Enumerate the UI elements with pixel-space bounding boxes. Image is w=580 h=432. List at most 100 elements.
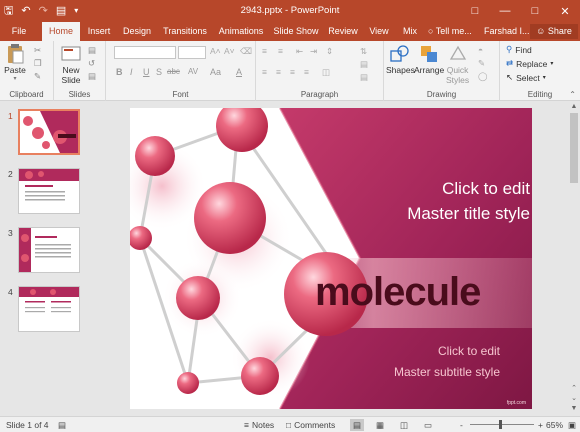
find-button[interactable]: ⚲ Find <box>506 44 532 55</box>
thumbnail-slide-3[interactable] <box>18 227 80 273</box>
shape-effects-icon[interactable]: ◯ <box>478 71 488 82</box>
window-controls: □ — □ ✕ <box>460 0 580 22</box>
align-right-icon[interactable]: ≡ <box>290 67 295 77</box>
zoom-in-button[interactable]: + <box>538 419 543 431</box>
title-placeholder[interactable]: Click to edit Master title style <box>330 176 530 226</box>
clear-format-icon[interactable]: ⌫ <box>240 46 252 57</box>
quick-styles-button[interactable]: Quick Styles <box>446 43 469 85</box>
shape-fill-icon[interactable]: ◓ <box>478 45 483 55</box>
zoom-slider-knob[interactable] <box>499 420 502 429</box>
tab-transitions[interactable]: Transitions <box>160 22 210 41</box>
vertical-scrollbar[interactable]: ▲ ⌃ ⌄ ▼ <box>568 101 580 416</box>
thumb-number: 3 <box>8 228 13 238</box>
scroll-up-icon[interactable]: ▲ <box>568 103 580 110</box>
copy-icon[interactable]: ❐ <box>34 58 42 69</box>
replace-button[interactable]: ⇄ Replace ▾ <box>506 58 553 69</box>
layout-icon[interactable]: ▤ <box>88 45 96 56</box>
format-painter-icon[interactable]: ✎ <box>34 71 41 82</box>
thumb-number: 1 <box>8 111 13 121</box>
maximize-icon[interactable]: □ <box>520 0 550 22</box>
scroll-down-icon[interactable]: ▼ <box>568 405 580 412</box>
shape-outline-icon[interactable]: ✎ <box>478 58 485 69</box>
shapes-button[interactable]: Shapes <box>386 43 415 75</box>
tab-animations[interactable]: Animations <box>216 22 266 41</box>
change-case-button[interactable]: Aa <box>210 67 221 77</box>
ribbon-tabs: File Home Insert Design Transitions Anim… <box>0 22 580 41</box>
select-button[interactable]: ↖ Select ▾ <box>506 72 546 83</box>
bold-button[interactable]: B <box>116 67 123 77</box>
chevron-down-icon: ▾ <box>542 75 546 81</box>
ribbon-display-icon[interactable]: □ <box>460 0 490 22</box>
underline-button[interactable]: U <box>143 67 150 77</box>
tab-view[interactable]: View <box>366 22 392 41</box>
minimize-icon[interactable]: — <box>490 0 520 22</box>
grow-font-icon[interactable]: A˄ <box>210 46 221 56</box>
numbering-icon[interactable]: ≡ <box>278 46 283 56</box>
tab-mix[interactable]: Mix <box>398 22 422 41</box>
person-icon: ☺ <box>536 26 548 36</box>
close-icon[interactable]: ✕ <box>550 0 580 22</box>
arrange-button[interactable]: Arrange <box>414 43 444 75</box>
smartart-icon[interactable]: ▤ <box>360 72 368 83</box>
cut-icon[interactable]: ✂ <box>34 45 41 56</box>
line-spacing-icon[interactable]: ⇕ <box>326 46 333 57</box>
reading-view-icon[interactable]: ◫ <box>400 419 408 431</box>
font-color-button[interactable]: A <box>236 67 242 77</box>
zoom-out-button[interactable]: - <box>460 419 463 431</box>
justify-icon[interactable]: ≡ <box>304 67 309 77</box>
font-name-field[interactable] <box>114 46 176 59</box>
slide-thumbnail-pane: 1 2 3 4 <box>0 101 88 416</box>
slide-sorter-icon[interactable]: ▦ <box>376 419 384 431</box>
new-slide-button[interactable]: New Slide <box>60 43 82 85</box>
decrease-indent-icon[interactable]: ⇤ <box>296 46 303 57</box>
cursor-icon: ↖ <box>506 72 514 82</box>
bullets-icon[interactable]: ≡ <box>262 46 267 56</box>
columns-icon[interactable]: ◫ <box>322 67 330 78</box>
group-font: A˄ A˅ ⌫ B I U S abc AV Aa A Font <box>106 41 256 101</box>
tab-review[interactable]: Review <box>326 22 360 41</box>
slide-editor: molecule Click to edit Master title styl… <box>89 101 568 416</box>
tab-design[interactable]: Design <box>120 22 154 41</box>
tab-file[interactable]: File <box>4 22 34 41</box>
strikethrough-button[interactable]: abc <box>167 67 180 76</box>
tab-slide-show[interactable]: Slide Show <box>272 22 320 41</box>
align-text-icon[interactable]: ▤ <box>360 59 368 70</box>
new-slide-icon <box>60 43 82 65</box>
tab-home[interactable]: Home <box>42 22 80 41</box>
shadow-button[interactable]: S <box>156 67 162 77</box>
current-slide[interactable]: molecule Click to edit Master title styl… <box>130 108 532 409</box>
tell-me-box[interactable]: ○ Tell me... <box>428 22 472 41</box>
thumbnail-slide-2[interactable] <box>18 168 80 214</box>
spelling-icon[interactable]: ▤ <box>58 419 66 431</box>
notes-button[interactable]: ≡ Notes <box>244 419 274 431</box>
align-center-icon[interactable]: ≡ <box>276 67 281 77</box>
thumbnail-slide-4[interactable] <box>18 286 80 332</box>
slideshow-icon[interactable]: ▭ <box>424 419 432 431</box>
subtitle-placeholder[interactable]: Click to edit Master subtitle style <box>350 341 500 383</box>
comment-icon: □ <box>286 420 292 430</box>
normal-view-icon[interactable]: ▤ <box>350 419 365 431</box>
tab-insert[interactable]: Insert <box>84 22 114 41</box>
shrink-font-icon[interactable]: A˅ <box>224 46 235 56</box>
next-slide-icon[interactable]: ⌄ <box>568 394 580 402</box>
char-spacing-button[interactable]: AV <box>188 67 198 76</box>
fit-slide-icon[interactable]: ▣ <box>568 419 576 431</box>
paste-button[interactable]: Paste ▾ <box>4 43 26 82</box>
font-size-field[interactable] <box>178 46 206 59</box>
text-direction-icon[interactable]: ⇅ <box>360 46 367 57</box>
section-icon[interactable]: ▤ <box>88 71 96 82</box>
increase-indent-icon[interactable]: ⇥ <box>310 46 317 57</box>
thumb-number: 4 <box>8 287 13 297</box>
user-account[interactable]: Farshad I... <box>484 22 530 41</box>
reset-icon[interactable]: ↺ <box>88 58 95 69</box>
share-button[interactable]: ☺ Share <box>530 24 578 39</box>
zoom-percent[interactable]: 65% <box>546 419 563 431</box>
align-left-icon[interactable]: ≡ <box>262 67 267 77</box>
zoom-slider[interactable] <box>470 424 534 425</box>
comments-button[interactable]: □ Comments <box>286 419 335 431</box>
thumbnail-slide-1[interactable] <box>18 109 80 155</box>
scrollbar-thumb[interactable] <box>570 113 578 183</box>
group-slides: New Slide ▤ ↺ ▤ Slides <box>54 41 106 101</box>
previous-slide-icon[interactable]: ⌃ <box>568 384 580 392</box>
italic-button[interactable]: I <box>130 67 133 77</box>
